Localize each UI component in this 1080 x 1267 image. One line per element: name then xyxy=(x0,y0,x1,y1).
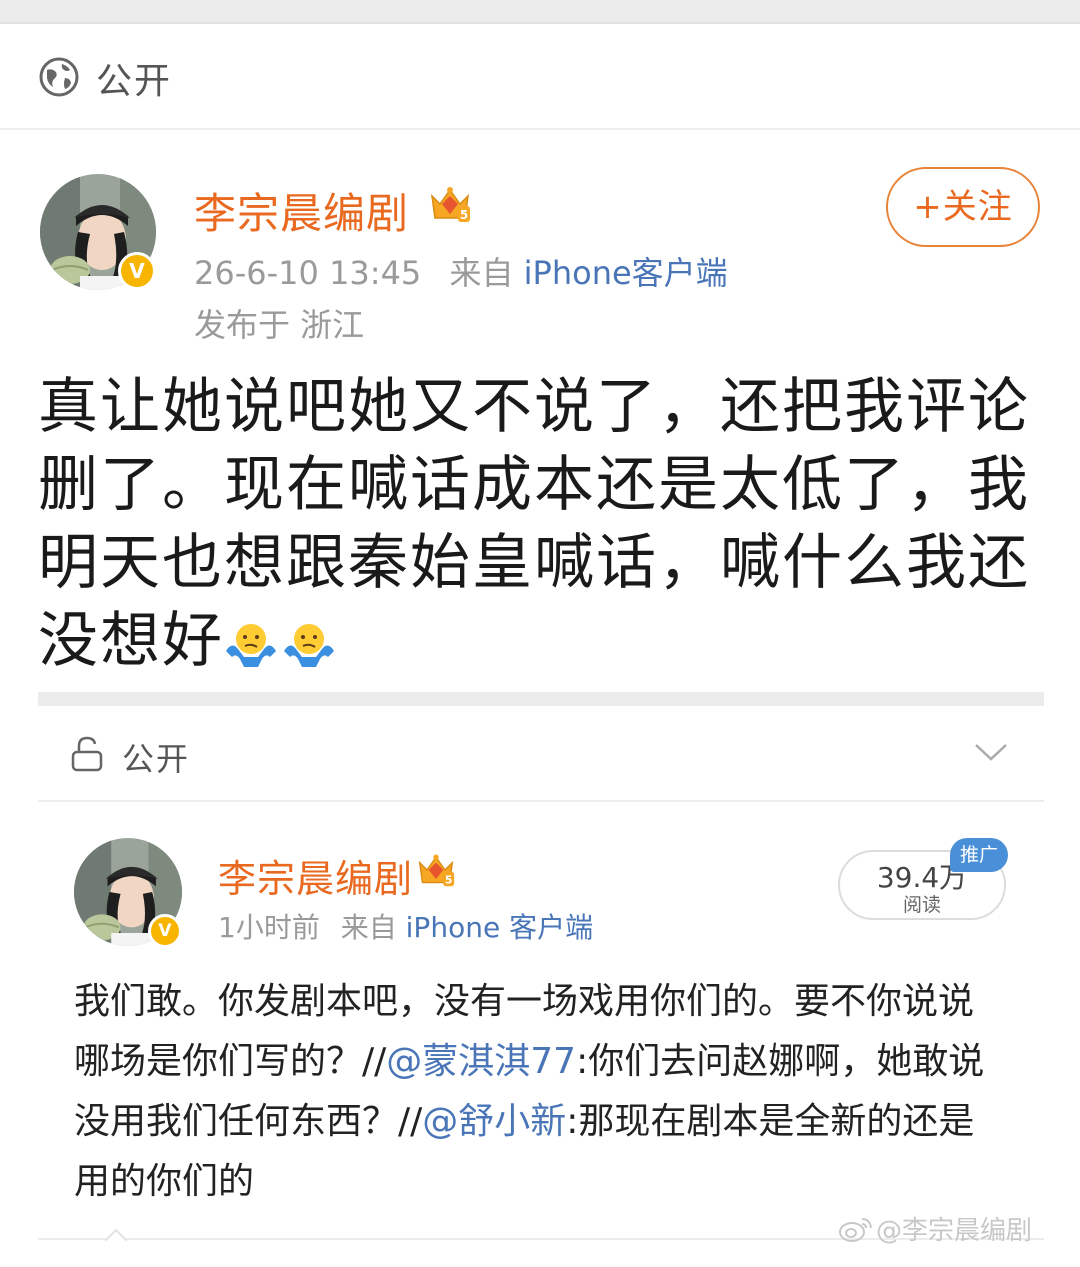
post-location: 发布于 浙江 xyxy=(194,306,365,344)
post-body: 真让她说吧她又不说了，还把我评论删了。现在喊话成本还是太低了，我明天也想跟秦始皇… xyxy=(38,368,1048,686)
mention-link[interactable]: @舒小新 xyxy=(422,1101,566,1142)
globe-icon xyxy=(39,57,79,97)
watermark: @李宗晨编剧 xyxy=(838,1210,1032,1247)
crown-vip-icon: 5 xyxy=(418,854,455,886)
top-divider-bar xyxy=(0,0,1080,24)
repost-author-name[interactable]: 李宗晨编剧 xyxy=(218,848,413,903)
promote-badge[interactable]: 推广 xyxy=(950,838,1008,872)
verified-badge-icon: V xyxy=(118,252,156,290)
repost-body: 我们敢。你发剧本吧，没有一场戏用你们的。要不你说说哪场是你们写的？//@蒙淇淇7… xyxy=(74,972,1004,1212)
avatar[interactable]: V xyxy=(40,174,156,290)
svg-text:5: 5 xyxy=(445,873,453,886)
visibility-label: 公开 xyxy=(96,61,173,102)
visibility-selector[interactable]: 公开 xyxy=(38,706,1044,802)
mention-link[interactable]: @蒙淇淇77 xyxy=(386,1041,576,1082)
visibility-label: 公开 xyxy=(122,740,191,778)
crown-vip-icon: 5 xyxy=(430,187,470,222)
section-divider xyxy=(38,692,1044,706)
client-source-link[interactable]: iPhone 客户端 xyxy=(406,911,593,944)
repost-time: 1小时前 xyxy=(218,911,320,944)
unlock-icon xyxy=(71,736,103,772)
client-source-link[interactable]: iPhone客户端 xyxy=(524,254,728,292)
weibo-logo-icon xyxy=(839,1218,872,1242)
shrug-emoji-icon xyxy=(224,608,278,686)
post-text: 真让她说吧她又不说了，还把我评论删了。现在喊话成本还是太低了，我明天也想跟秦始皇… xyxy=(38,372,1030,676)
repost-avatar[interactable]: V xyxy=(74,838,182,948)
verified-badge-icon: V xyxy=(148,914,182,948)
repost-meta: 1小时前 来自 iPhone 客户端 xyxy=(218,906,593,946)
read-count-label: 阅读 xyxy=(902,894,941,916)
watermark-text: @李宗晨编剧 xyxy=(876,1216,1033,1246)
follow-button[interactable]: +关注 xyxy=(886,167,1040,247)
shrug-emoji-icon xyxy=(282,608,336,686)
visibility-header[interactable]: 公开 xyxy=(0,24,1080,130)
svg-text:5: 5 xyxy=(460,208,468,222)
chevron-down-icon[interactable] xyxy=(974,742,1008,762)
from-label: 来自 xyxy=(449,254,514,292)
author-name[interactable]: 李宗晨编剧 xyxy=(194,180,409,241)
from-label: 来自 xyxy=(340,911,397,944)
post-timestamp: 26-6-10 13:45 xyxy=(194,254,422,292)
quote-notch xyxy=(104,1228,128,1252)
post-meta: 26-6-10 13:45 来自 iPhone客户端 xyxy=(194,248,728,294)
